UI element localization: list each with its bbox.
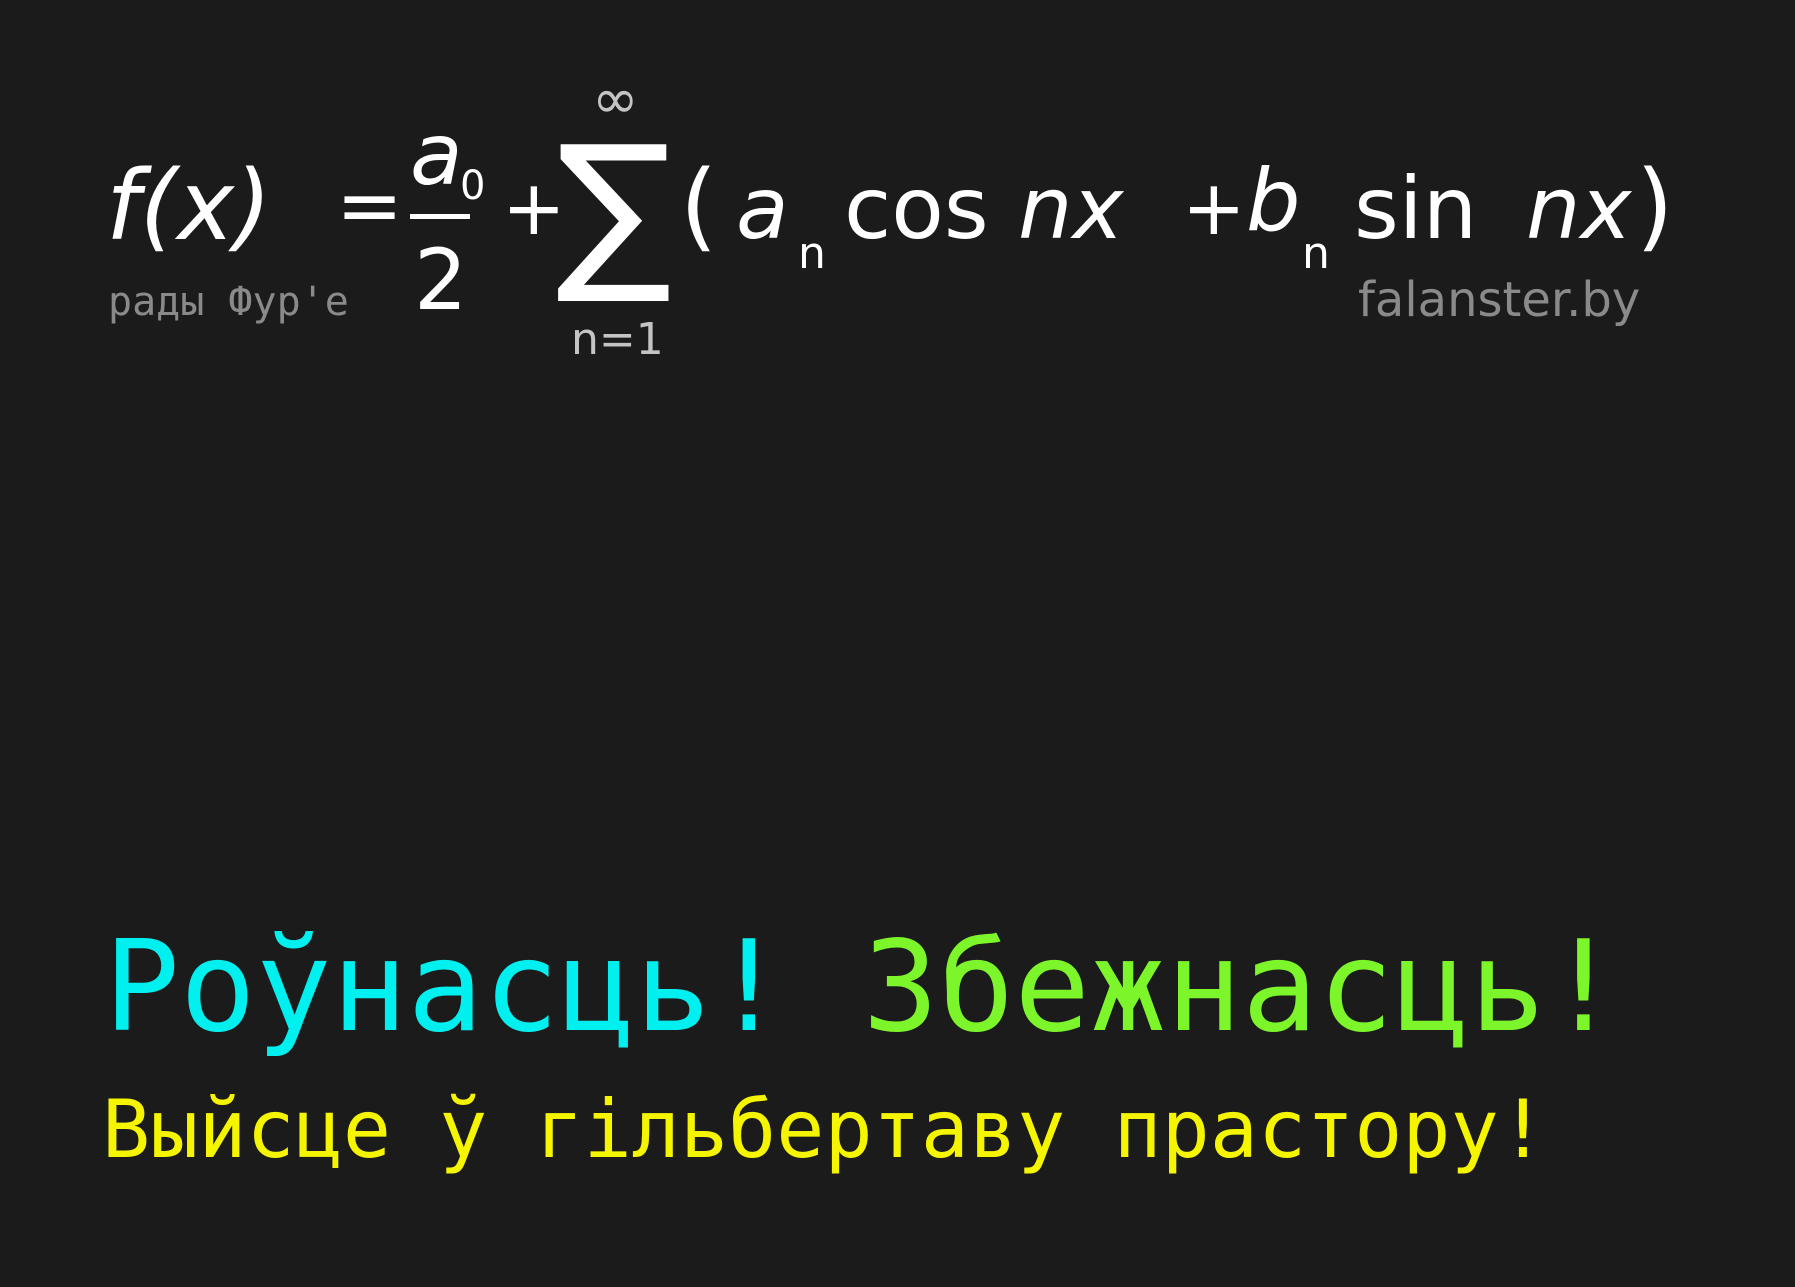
- formula-close-paren: ): [1636, 150, 1674, 262]
- caption-right: falanster.by: [1358, 272, 1641, 328]
- fraction-bar: [410, 214, 470, 219]
- slogan-line-2: Выйсце ў гільбертаву прастору!: [102, 1083, 1547, 1176]
- slogan-convergence: Збежнасць!: [862, 913, 1622, 1060]
- formula-bn-sub: n: [1302, 228, 1330, 279]
- formula-equals: =: [336, 159, 404, 252]
- caption-left: рады Фур'е: [108, 279, 349, 325]
- formula-lhs: f(x): [106, 150, 272, 262]
- formula-an-base: a: [736, 159, 789, 259]
- sigma-icon: ∑: [556, 108, 672, 309]
- formula-nx-1: nx: [1018, 159, 1124, 259]
- sum-lower-limit: n=1: [571, 314, 664, 365]
- slogan-equality: Роўнасць!: [104, 913, 787, 1060]
- formula-a0-base: a: [410, 105, 463, 205]
- formula-cos: cos: [844, 159, 989, 259]
- formula-nx-2: nx: [1526, 159, 1632, 259]
- formula-plus-2: +: [1182, 163, 1246, 252]
- formula-a0-sub: 0: [460, 163, 486, 209]
- formula-open-paren: (: [680, 150, 718, 262]
- formula-sin: sin: [1354, 159, 1478, 259]
- formula-bn-base: b: [1246, 151, 1301, 251]
- slogan-line-1: Роўнасць! Збежнасць!: [104, 924, 1621, 1050]
- formula-an-sub: n: [798, 228, 826, 279]
- formula-denominator: 2: [414, 231, 468, 329]
